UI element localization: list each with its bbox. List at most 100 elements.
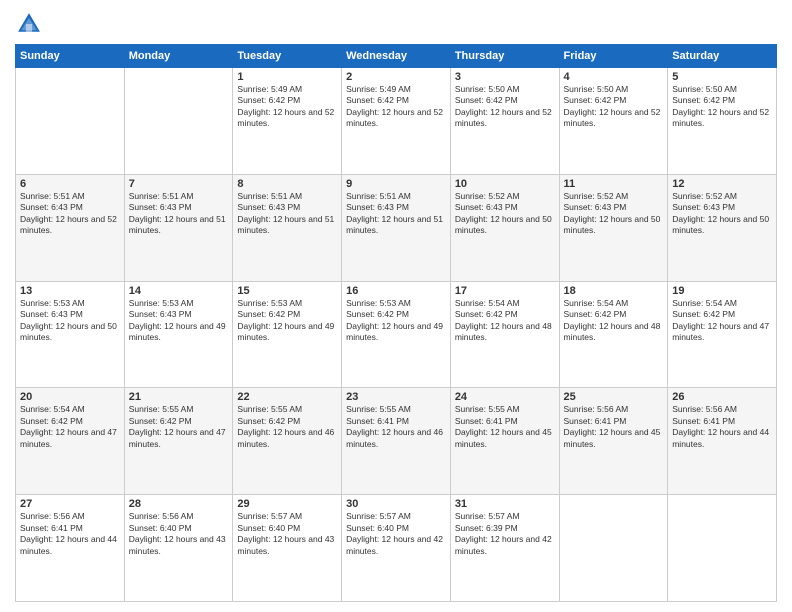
daylight-text: Daylight: 12 hours and 50 minutes.: [672, 214, 769, 235]
daylight-text: Daylight: 12 hours and 52 minutes.: [20, 214, 117, 235]
day-number: 23: [346, 391, 446, 403]
day-info: Sunrise: 5:49 AM Sunset: 6:42 PM Dayligh…: [346, 84, 446, 130]
sunset-text: Sunset: 6:42 PM: [455, 95, 518, 105]
calendar-cell: 9 Sunrise: 5:51 AM Sunset: 6:43 PM Dayli…: [342, 174, 451, 281]
calendar-week-row: 13 Sunrise: 5:53 AM Sunset: 6:43 PM Dayl…: [16, 281, 777, 388]
calendar-cell: 3 Sunrise: 5:50 AM Sunset: 6:42 PM Dayli…: [450, 68, 559, 175]
day-number: 29: [237, 498, 337, 510]
day-info: Sunrise: 5:53 AM Sunset: 6:43 PM Dayligh…: [20, 298, 120, 344]
day-info: Sunrise: 5:54 AM Sunset: 6:42 PM Dayligh…: [672, 298, 772, 344]
sunrise-text: Sunrise: 5:56 AM: [20, 511, 85, 521]
day-number: 11: [564, 178, 664, 190]
day-info: Sunrise: 5:52 AM Sunset: 6:43 PM Dayligh…: [455, 191, 555, 237]
sunset-text: Sunset: 6:41 PM: [672, 416, 735, 426]
sunrise-text: Sunrise: 5:49 AM: [346, 84, 411, 94]
day-info: Sunrise: 5:51 AM Sunset: 6:43 PM Dayligh…: [129, 191, 229, 237]
daylight-text: Daylight: 12 hours and 47 minutes.: [129, 427, 226, 448]
header: [15, 10, 777, 38]
day-info: Sunrise: 5:55 AM Sunset: 6:41 PM Dayligh…: [455, 404, 555, 450]
day-info: Sunrise: 5:52 AM Sunset: 6:43 PM Dayligh…: [672, 191, 772, 237]
day-info: Sunrise: 5:49 AM Sunset: 6:42 PM Dayligh…: [237, 84, 337, 130]
calendar-cell: 7 Sunrise: 5:51 AM Sunset: 6:43 PM Dayli…: [124, 174, 233, 281]
sunset-text: Sunset: 6:42 PM: [237, 416, 300, 426]
daylight-text: Daylight: 12 hours and 52 minutes.: [672, 107, 769, 128]
sunset-text: Sunset: 6:43 PM: [346, 202, 409, 212]
daylight-text: Daylight: 12 hours and 42 minutes.: [346, 534, 443, 555]
day-number: 14: [129, 285, 229, 297]
sunset-text: Sunset: 6:43 PM: [455, 202, 518, 212]
calendar-cell: [16, 68, 125, 175]
sunrise-text: Sunrise: 5:53 AM: [20, 298, 85, 308]
calendar-cell: 8 Sunrise: 5:51 AM Sunset: 6:43 PM Dayli…: [233, 174, 342, 281]
day-info: Sunrise: 5:56 AM Sunset: 6:40 PM Dayligh…: [129, 511, 229, 557]
day-info: Sunrise: 5:57 AM Sunset: 6:40 PM Dayligh…: [237, 511, 337, 557]
calendar-cell: 2 Sunrise: 5:49 AM Sunset: 6:42 PM Dayli…: [342, 68, 451, 175]
sunset-text: Sunset: 6:41 PM: [564, 416, 627, 426]
daylight-text: Daylight: 12 hours and 46 minutes.: [237, 427, 334, 448]
daylight-text: Daylight: 12 hours and 49 minutes.: [346, 321, 443, 342]
sunset-text: Sunset: 6:42 PM: [129, 416, 192, 426]
sunrise-text: Sunrise: 5:51 AM: [237, 191, 302, 201]
sunrise-text: Sunrise: 5:54 AM: [20, 404, 85, 414]
daylight-text: Daylight: 12 hours and 50 minutes.: [455, 214, 552, 235]
sunset-text: Sunset: 6:42 PM: [672, 95, 735, 105]
daylight-text: Daylight: 12 hours and 50 minutes.: [20, 321, 117, 342]
calendar-cell: 21 Sunrise: 5:55 AM Sunset: 6:42 PM Dayl…: [124, 388, 233, 495]
day-info: Sunrise: 5:55 AM Sunset: 6:41 PM Dayligh…: [346, 404, 446, 450]
daylight-text: Daylight: 12 hours and 45 minutes.: [455, 427, 552, 448]
sunrise-text: Sunrise: 5:53 AM: [346, 298, 411, 308]
day-info: Sunrise: 5:50 AM Sunset: 6:42 PM Dayligh…: [672, 84, 772, 130]
daylight-text: Daylight: 12 hours and 49 minutes.: [237, 321, 334, 342]
sunset-text: Sunset: 6:42 PM: [237, 309, 300, 319]
daylight-text: Daylight: 12 hours and 52 minutes.: [346, 107, 443, 128]
calendar-cell: 13 Sunrise: 5:53 AM Sunset: 6:43 PM Dayl…: [16, 281, 125, 388]
sunset-text: Sunset: 6:42 PM: [237, 95, 300, 105]
sunset-text: Sunset: 6:40 PM: [346, 523, 409, 533]
calendar-cell: 31 Sunrise: 5:57 AM Sunset: 6:39 PM Dayl…: [450, 495, 559, 602]
calendar-cell: 27 Sunrise: 5:56 AM Sunset: 6:41 PM Dayl…: [16, 495, 125, 602]
day-info: Sunrise: 5:54 AM Sunset: 6:42 PM Dayligh…: [455, 298, 555, 344]
calendar-cell: [668, 495, 777, 602]
sunrise-text: Sunrise: 5:51 AM: [129, 191, 194, 201]
sunset-text: Sunset: 6:42 PM: [346, 309, 409, 319]
day-info: Sunrise: 5:57 AM Sunset: 6:39 PM Dayligh…: [455, 511, 555, 557]
sunset-text: Sunset: 6:43 PM: [564, 202, 627, 212]
calendar-table: SundayMondayTuesdayWednesdayThursdayFrid…: [15, 44, 777, 602]
daylight-text: Daylight: 12 hours and 52 minutes.: [455, 107, 552, 128]
daylight-text: Daylight: 12 hours and 44 minutes.: [20, 534, 117, 555]
calendar-cell: 30 Sunrise: 5:57 AM Sunset: 6:40 PM Dayl…: [342, 495, 451, 602]
day-info: Sunrise: 5:53 AM Sunset: 6:42 PM Dayligh…: [346, 298, 446, 344]
daylight-text: Daylight: 12 hours and 49 minutes.: [129, 321, 226, 342]
calendar-cell: 24 Sunrise: 5:55 AM Sunset: 6:41 PM Dayl…: [450, 388, 559, 495]
day-info: Sunrise: 5:50 AM Sunset: 6:42 PM Dayligh…: [455, 84, 555, 130]
day-number: 24: [455, 391, 555, 403]
day-info: Sunrise: 5:56 AM Sunset: 6:41 PM Dayligh…: [564, 404, 664, 450]
day-number: 5: [672, 71, 772, 83]
sunset-text: Sunset: 6:42 PM: [346, 95, 409, 105]
daylight-text: Daylight: 12 hours and 51 minutes.: [346, 214, 443, 235]
col-header-tuesday: Tuesday: [233, 45, 342, 68]
sunrise-text: Sunrise: 5:52 AM: [455, 191, 520, 201]
sunrise-text: Sunrise: 5:55 AM: [237, 404, 302, 414]
calendar-week-row: 27 Sunrise: 5:56 AM Sunset: 6:41 PM Dayl…: [16, 495, 777, 602]
day-info: Sunrise: 5:50 AM Sunset: 6:42 PM Dayligh…: [564, 84, 664, 130]
sunset-text: Sunset: 6:43 PM: [237, 202, 300, 212]
page: SundayMondayTuesdayWednesdayThursdayFrid…: [0, 0, 792, 612]
sunset-text: Sunset: 6:42 PM: [672, 309, 735, 319]
sunset-text: Sunset: 6:40 PM: [237, 523, 300, 533]
day-info: Sunrise: 5:51 AM Sunset: 6:43 PM Dayligh…: [20, 191, 120, 237]
sunrise-text: Sunrise: 5:54 AM: [455, 298, 520, 308]
day-info: Sunrise: 5:53 AM Sunset: 6:42 PM Dayligh…: [237, 298, 337, 344]
day-number: 9: [346, 178, 446, 190]
col-header-wednesday: Wednesday: [342, 45, 451, 68]
calendar-cell: [559, 495, 668, 602]
sunset-text: Sunset: 6:43 PM: [129, 202, 192, 212]
sunrise-text: Sunrise: 5:51 AM: [20, 191, 85, 201]
sunrise-text: Sunrise: 5:53 AM: [237, 298, 302, 308]
sunrise-text: Sunrise: 5:57 AM: [455, 511, 520, 521]
day-number: 27: [20, 498, 120, 510]
calendar-cell: 25 Sunrise: 5:56 AM Sunset: 6:41 PM Dayl…: [559, 388, 668, 495]
day-info: Sunrise: 5:55 AM Sunset: 6:42 PM Dayligh…: [237, 404, 337, 450]
sunrise-text: Sunrise: 5:50 AM: [455, 84, 520, 94]
sunset-text: Sunset: 6:43 PM: [672, 202, 735, 212]
